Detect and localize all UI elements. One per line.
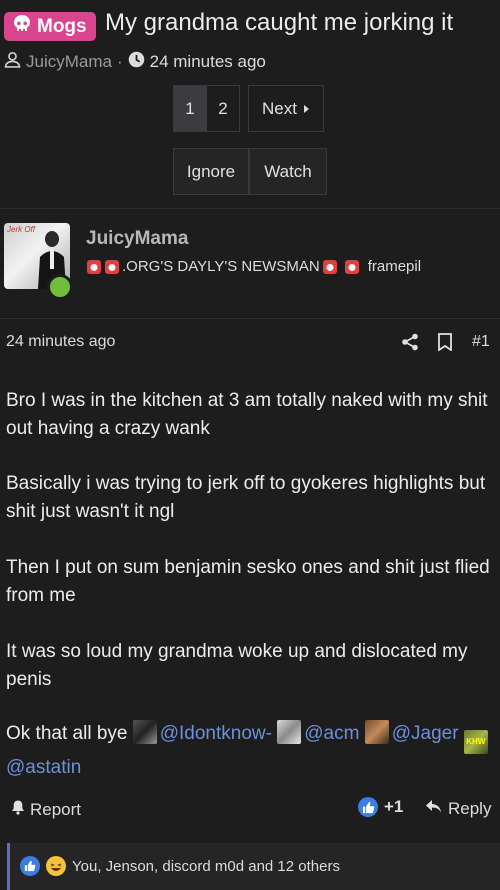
pagination: 1 2 Next	[173, 85, 324, 132]
page-2-button[interactable]: 2	[207, 85, 240, 132]
reaction-score[interactable]: +1	[358, 797, 403, 817]
divider	[0, 318, 500, 319]
report-label: Report	[30, 799, 82, 819]
reactions-summary[interactable]: You, Jenson, discord m0d and 12 others	[20, 856, 340, 876]
share-icon[interactable]	[401, 333, 419, 351]
mention-avatar	[364, 720, 389, 744]
online-status-indicator	[47, 274, 73, 300]
like-count: +1	[384, 797, 404, 816]
bell-icon	[10, 799, 26, 820]
thread-meta: JuicyMama · 24 minutes ago	[4, 51, 266, 73]
thumbs-up-icon	[358, 797, 378, 817]
next-page-button[interactable]: Next	[248, 85, 324, 132]
watch-button[interactable]: Watch	[249, 148, 327, 195]
mention-link[interactable]: @acm	[304, 723, 359, 744]
like-reaction-icon	[20, 856, 40, 876]
post-paragraph: Basically i was trying to jerk off to gy…	[6, 473, 486, 522]
post-paragraph-mentions: Ok that all bye @Idontknow- @acm @Jager …	[6, 720, 494, 782]
thread-time[interactable]: 24 minutes ago	[150, 52, 266, 72]
post-number-link[interactable]: #1	[472, 333, 490, 351]
post-paragraph: Then I put on sum benjamin sesko ones an…	[6, 557, 490, 606]
thread-prefix-badge[interactable]: Mogs	[4, 12, 96, 41]
thread-actions: Ignore Watch	[173, 148, 327, 195]
siren-icon	[104, 259, 120, 275]
mention-avatar	[277, 720, 302, 744]
reply-button[interactable]: Reply	[425, 799, 491, 819]
siren-icon	[86, 259, 102, 275]
reactions-summary-text: You, Jenson, discord m0d and 12 others	[72, 857, 340, 875]
siren-icon	[344, 259, 360, 275]
thread-author-link[interactable]: JuicyMama	[26, 52, 112, 72]
post-paragraph: Bro I was in the kitchen at 3 am totally…	[6, 390, 488, 439]
siren-icon	[322, 259, 338, 275]
user-title: .ORG'S DAYLY'S NEWSMAN framepil	[86, 258, 421, 275]
mention-avatar: KHW	[463, 730, 488, 754]
post-username[interactable]: JuicyMama	[86, 228, 188, 250]
post-time[interactable]: 24 minutes ago	[6, 333, 115, 351]
ignore-button[interactable]: Ignore	[173, 148, 249, 195]
post-paragraph: It was so loud my grandma woke up and di…	[6, 641, 468, 690]
mention-link[interactable]: @astatin	[6, 757, 81, 778]
mention-link[interactable]: @Jager	[392, 723, 459, 744]
next-label: Next	[262, 98, 297, 118]
mention-link[interactable]: @Idontknow-	[160, 723, 272, 744]
skull-icon	[12, 14, 32, 40]
reply-arrow-icon	[425, 799, 442, 819]
user-title-text: .ORG'S DAYLY'S NEWSMAN	[122, 258, 320, 275]
clock-icon	[128, 51, 145, 73]
caret-right-icon	[303, 99, 310, 119]
user-icon	[4, 51, 21, 73]
report-button[interactable]: Report	[10, 799, 81, 820]
closing-text: Ok that all bye	[6, 723, 128, 744]
user-title-tail: framepil	[367, 258, 422, 275]
prefix-label: Mogs	[37, 15, 87, 37]
reply-label: Reply	[448, 799, 492, 818]
bookmark-icon[interactable]	[437, 333, 453, 352]
haha-reaction-icon	[46, 856, 66, 876]
thread-title: My grandma caught me jorking it	[105, 9, 454, 36]
mention-avatar	[132, 720, 157, 744]
page-1-button[interactable]: 1	[173, 85, 207, 132]
meta-separator: ·	[116, 52, 123, 71]
